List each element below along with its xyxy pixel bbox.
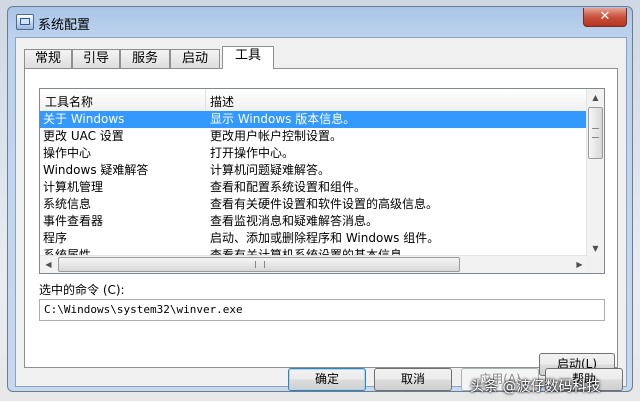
cancel-button[interactable]: 取消 xyxy=(374,368,452,391)
tool-desc-cell: 打开操作中心。 xyxy=(210,146,295,160)
scroll-down-icon[interactable]: ▼ xyxy=(587,240,604,257)
vertical-scrollbar[interactable]: ▲ ▼ xyxy=(586,89,604,257)
tab-startup[interactable]: 启动 xyxy=(170,49,220,68)
window-title: 系统配置 xyxy=(38,18,91,33)
tool-desc-cell: 计算机问题疑难解答。 xyxy=(210,163,331,177)
column-divider[interactable] xyxy=(205,89,206,111)
horizontal-scrollbar[interactable]: ◀ ▶ xyxy=(40,255,588,273)
tool-name-cell: 程序 xyxy=(43,231,68,245)
system-config-window: 系统配置 ✕ 常规 引导 服务 启动 工具 工具名称 描述 关于 Windows… xyxy=(7,6,633,392)
tab-boot[interactable]: 引导 xyxy=(72,49,120,68)
close-icon[interactable]: ✕ xyxy=(583,8,627,27)
list-header: 工具名称 描述 xyxy=(40,89,588,112)
tool-name-cell: Windows 疑难解答 xyxy=(43,163,149,177)
tool-name-cell: 系统信息 xyxy=(43,197,92,211)
tool-desc-cell: 显示 Windows 版本信息。 xyxy=(210,112,356,126)
tool-desc-cell: 查看和配置系统设置和组件。 xyxy=(210,180,367,194)
vertical-scroll-thumb[interactable] xyxy=(588,107,603,159)
system-config-icon xyxy=(16,14,34,30)
table-row[interactable]: Windows 疑难解答 计算机问题疑难解答。 xyxy=(40,162,588,179)
watermark: 头条 @波仔数码科技 xyxy=(470,379,601,395)
tool-desc-cell: 启动、添加或删除程序和 Windows 组件。 xyxy=(210,231,440,245)
scroll-right-icon[interactable]: ▶ xyxy=(571,256,588,273)
title-bar[interactable]: 系统配置 ✕ xyxy=(8,7,632,37)
table-row[interactable]: 事件查看器 查看监视消息和疑难解答消息。 xyxy=(40,213,588,230)
tool-desc-cell: 查看有关硬件设置和软件设置的高级信息。 xyxy=(210,197,439,211)
scroll-left-icon[interactable]: ◀ xyxy=(40,256,57,273)
scroll-up-icon[interactable]: ▲ xyxy=(587,89,604,106)
selected-command-label: 选中的命令 (C): xyxy=(39,283,125,297)
dialog-client: 常规 引导 服务 启动 工具 工具名称 描述 关于 Windows 显示 Win… xyxy=(15,37,627,391)
tool-name-cell: 计算机管理 xyxy=(43,180,104,194)
tool-desc-cell: 更改用户帐户控制设置。 xyxy=(210,129,343,143)
table-row[interactable]: 更改 UAC 设置 更改用户帐户控制设置。 xyxy=(40,128,588,145)
tool-name-cell: 关于 Windows xyxy=(43,112,125,126)
tab-services[interactable]: 服务 xyxy=(120,49,170,68)
scrollbar-corner xyxy=(587,256,604,273)
column-description[interactable]: 描述 xyxy=(210,93,234,110)
tab-general[interactable]: 常规 xyxy=(24,49,72,68)
table-row[interactable]: 关于 Windows 显示 Windows 版本信息。 xyxy=(40,111,588,128)
tool-desc-cell: 查看监视消息和疑难解答消息。 xyxy=(210,214,379,228)
table-row[interactable]: 操作中心 打开操作中心。 xyxy=(40,145,588,162)
ok-button[interactable]: 确定 xyxy=(288,368,366,391)
tools-list[interactable]: 工具名称 描述 关于 Windows 显示 Windows 版本信息。 更改 U… xyxy=(39,88,605,274)
tab-tools[interactable]: 工具 xyxy=(222,46,274,69)
tools-panel: 工具名称 描述 关于 Windows 显示 Windows 版本信息。 更改 U… xyxy=(24,68,618,376)
table-row[interactable]: 程序 启动、添加或删除程序和 Windows 组件。 xyxy=(40,230,588,247)
tool-name-cell: 事件查看器 xyxy=(43,214,104,228)
horizontal-scroll-thumb[interactable] xyxy=(58,257,460,272)
tool-name-cell: 更改 UAC 设置 xyxy=(43,129,124,143)
table-row[interactable]: 系统信息 查看有关硬件设置和软件设置的高级信息。 xyxy=(40,196,588,213)
selected-command-field[interactable]: C:\Windows\system32\winver.exe xyxy=(39,299,605,321)
tool-name-cell: 操作中心 xyxy=(43,146,92,160)
table-row[interactable]: 计算机管理 查看和配置系统设置和组件。 xyxy=(40,179,588,196)
column-tool-name[interactable]: 工具名称 xyxy=(45,93,93,110)
